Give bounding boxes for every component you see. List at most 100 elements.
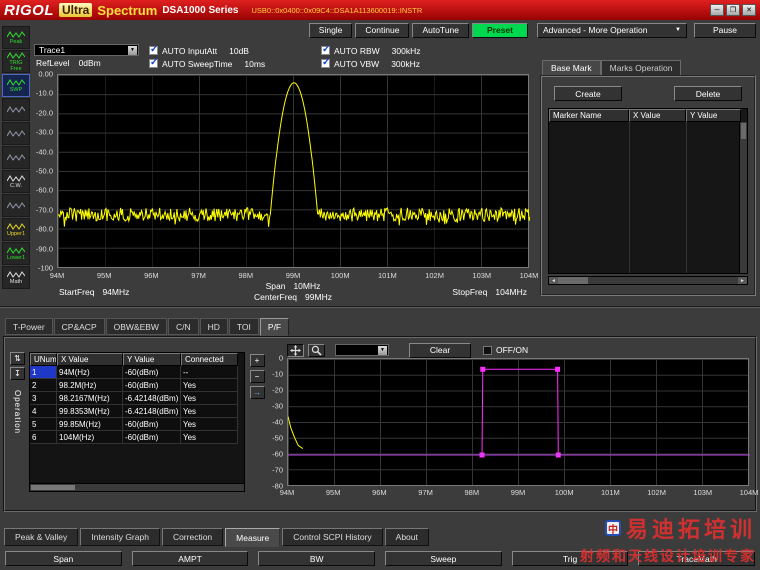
move-rows-icon[interactable]: ⇅ — [10, 352, 25, 365]
tab-about[interactable]: About — [385, 528, 429, 546]
sidebar-item-upper1[interactable]: Upper1 — [2, 218, 30, 241]
preset-button[interactable]: Preset — [472, 23, 528, 38]
sidebar-item-cw[interactable]: C.W. — [2, 170, 30, 193]
tab-intensity-graph[interactable]: Intensity Graph — [80, 528, 160, 546]
scroll-right-icon[interactable]: ► — [738, 277, 747, 284]
spectrum-x-axis: 94M95M96M97M98M99M100M101M102M103M104M — [57, 271, 529, 280]
trace-select[interactable]: Trace1 ▼ — [34, 44, 139, 56]
scrollbar-thumb[interactable] — [741, 123, 746, 139]
pause-button[interactable]: Pause — [694, 23, 756, 38]
pf-table-row[interactable]: 194M(Hz)-60(dBm)-- — [30, 366, 244, 379]
lower1-icon — [7, 246, 25, 255]
tab-base-mark[interactable]: Base Mark — [542, 60, 601, 75]
continue-button[interactable]: Continue — [355, 23, 409, 38]
pan-icon[interactable] — [287, 344, 304, 357]
sidebar-item-trig-free[interactable]: TRIG Free — [2, 50, 30, 73]
pf-table-header: UNumX ValueY ValueConnected — [30, 353, 244, 366]
x-tick-label: 95M — [97, 271, 112, 280]
pf-table-row[interactable]: 298.2M(Hz)-60(dBm)Yes — [30, 379, 244, 392]
scroll-left-icon[interactable]: ◄ — [549, 277, 558, 284]
y-tick-label: 0.00 — [38, 70, 53, 79]
pf-table-row[interactable]: 398.2167M(Hz)-6.42148(dBm)Yes — [30, 392, 244, 405]
pf-col-x-value[interactable]: X Value — [57, 353, 123, 366]
tab-cp-acp[interactable]: CP&ACP — [54, 318, 105, 335]
tab-peak-valley[interactable]: Peak & Valley — [4, 528, 78, 546]
insert-row-icon[interactable]: ↧ — [10, 367, 25, 380]
pf-limit-dropdown[interactable]: ▼ — [335, 344, 389, 356]
checkbox-auto-vbw[interactable]: AUTO VBW300kHz — [321, 59, 479, 69]
pf-table-row[interactable]: 6104M(Hz)-60(dBm)Yes — [30, 431, 244, 444]
tab-p-f[interactable]: P/F — [260, 318, 289, 336]
checkbox-auto-inputatt[interactable]: AUTO InputAtt10dB — [149, 46, 317, 56]
tab-toi[interactable]: TOI — [229, 318, 259, 335]
sidebar-item-math[interactable]: Math — [2, 266, 30, 289]
x-tick-label: 104M — [520, 271, 539, 280]
ampt-button[interactable]: AMPT — [132, 551, 249, 566]
create-marker-button[interactable]: Create — [554, 86, 622, 101]
sidebar-item-swp[interactable]: SWP — [2, 74, 30, 97]
scrollbar-thumb[interactable] — [31, 485, 75, 490]
advanced-operation-dropdown[interactable]: Advanced - More Operation ▼ — [537, 23, 687, 38]
tab-t-power[interactable]: T-Power — [5, 318, 53, 335]
tab-c-n[interactable]: C/N — [168, 318, 199, 335]
marker-table-vscrollbar[interactable] — [739, 122, 747, 273]
y-tick-label: -80.0 — [36, 225, 53, 234]
autotune-button[interactable]: AutoTune — [412, 23, 469, 38]
delete-marker-button[interactable]: Delete — [674, 86, 742, 101]
span-button[interactable]: Span — [5, 551, 122, 566]
y-tick-label: -60 — [272, 450, 283, 459]
trig-button[interactable]: Trig — [512, 551, 629, 566]
checkbox-auto-rbw[interactable]: AUTO RBW300kHz — [321, 46, 479, 56]
limit-point-marker[interactable] — [480, 367, 485, 372]
offon-toggle[interactable]: OFF/ON — [483, 345, 528, 355]
marker-col-x-value[interactable]: X Value — [629, 109, 686, 122]
pf-operation-strip: ⇅ ↧ Operation — [9, 352, 26, 434]
minimize-icon[interactable]: ─ — [710, 4, 724, 16]
pf-table-row[interactable]: 599.85M(Hz)-60(dBm)Yes — [30, 418, 244, 431]
sidebar-item-trace[interactable] — [2, 122, 30, 145]
bw-button[interactable]: BW — [258, 551, 375, 566]
scrollbar-track[interactable] — [558, 277, 738, 284]
sidebar-item-avg[interactable] — [2, 146, 30, 169]
tab-correction[interactable]: Correction — [162, 528, 223, 546]
pf-table-row[interactable]: 499.8353M(Hz)-6.42148(dBm)Yes — [30, 405, 244, 418]
tab-control-scpi-history[interactable]: Control SCPI History — [282, 528, 382, 546]
pf-col-connected[interactable]: Connected — [181, 353, 238, 366]
pf-col-y-value[interactable]: Y Value — [123, 353, 181, 366]
close-icon[interactable]: ✕ — [742, 4, 756, 16]
auto-settings-checkboxes: AUTO InputAtt10dB AUTO SweepTime10ms AUTO … — [149, 44, 479, 71]
marker-table-hscrollbar[interactable]: ◄ ► — [548, 276, 748, 285]
offon-checkbox[interactable] — [483, 346, 492, 355]
checkbox-box[interactable] — [321, 59, 330, 68]
checkbox-value: 300kHz — [391, 59, 420, 69]
tab-measure[interactable]: Measure — [225, 528, 280, 547]
checkbox-box[interactable] — [321, 46, 330, 55]
tracemath-button[interactable]: TraceMath — [638, 551, 755, 566]
marker-col-marker-name[interactable]: Marker Name — [549, 109, 629, 122]
maximize-icon[interactable]: ❐ — [726, 4, 740, 16]
pf-chart-y-axis: 0-10-20-30-40-50-60-70-80 — [263, 358, 285, 486]
sweep-button[interactable]: Sweep — [385, 551, 502, 566]
clear-button[interactable]: Clear — [409, 343, 471, 358]
checkbox-auto-sweeptime[interactable]: AUTO SweepTime10ms — [149, 59, 317, 69]
pf-cell: -6.42148(dBm) — [123, 392, 181, 405]
sidebar-item-marker[interactable] — [2, 194, 30, 217]
pf-table-hscrollbar[interactable] — [30, 483, 244, 491]
tab-hd[interactable]: HD — [200, 318, 228, 335]
spectrum-plot[interactable] — [57, 74, 529, 268]
checkbox-box[interactable] — [149, 59, 158, 68]
tab-obw-ebw[interactable]: OBW&EBW — [106, 318, 167, 335]
pf-chart-plot[interactable] — [287, 358, 749, 486]
limit-point-marker[interactable] — [555, 367, 560, 372]
marker-table-header: Marker NameX ValueY Value — [549, 109, 747, 122]
checkbox-box[interactable] — [149, 46, 158, 55]
x-tick-label: 98M — [239, 271, 254, 280]
marker-col-y-value[interactable]: Y Value — [686, 109, 741, 122]
sidebar-item-det[interactable] — [2, 98, 30, 121]
pf-col-unum[interactable]: UNum — [30, 353, 57, 366]
single-button[interactable]: Single — [309, 23, 353, 38]
sidebar-item-peak[interactable]: Peak — [2, 26, 30, 49]
sidebar-item-lower1[interactable]: Lower1 — [2, 242, 30, 265]
zoom-icon[interactable] — [308, 344, 325, 357]
tab-marks-operation[interactable]: Marks Operation — [601, 60, 682, 75]
